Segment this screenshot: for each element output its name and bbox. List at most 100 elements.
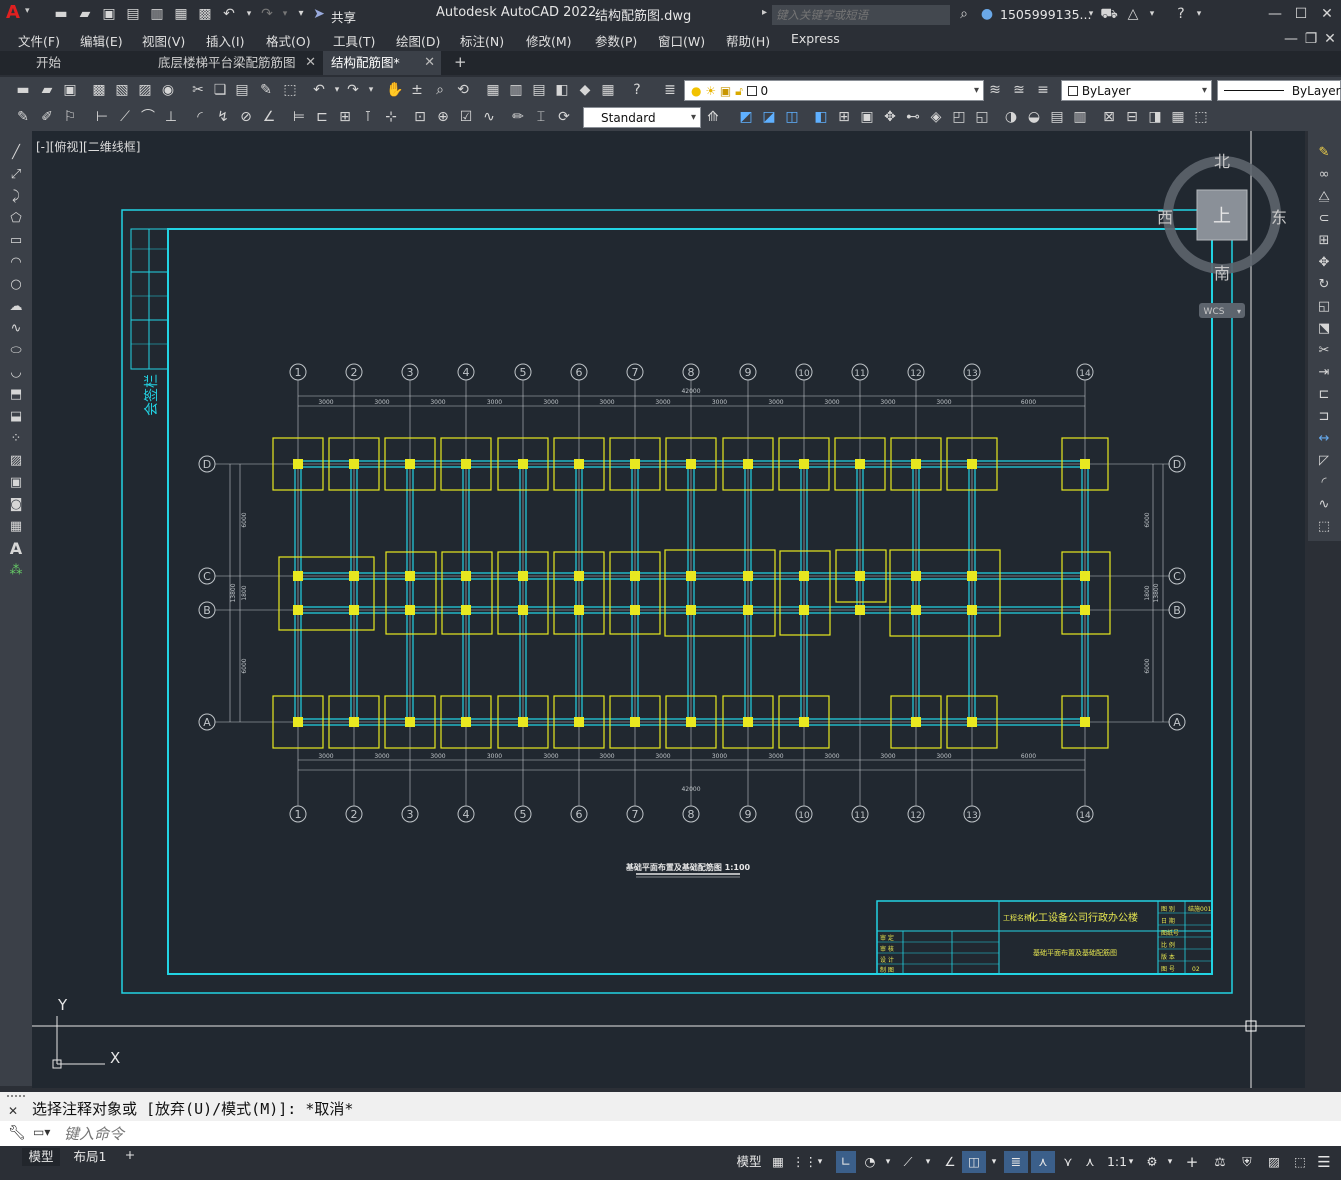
span-dimension: 3000 bbox=[824, 753, 839, 760]
object-snap-menu-icon[interactable]: ▾ bbox=[988, 1151, 1000, 1173]
dimensions: 42000 3000 3000 3000 3000 3000 3000 3000 3000 300… bbox=[229, 388, 1164, 793]
outer-frame bbox=[121, 209, 1233, 994]
grid-letter: C bbox=[1173, 570, 1181, 583]
tb-project-name: 化工设备公司行政办公楼 bbox=[1028, 911, 1138, 924]
column bbox=[686, 717, 696, 727]
grid-letter: D bbox=[203, 458, 211, 471]
column bbox=[630, 459, 640, 469]
sign-bar-label: 会签栏 bbox=[143, 374, 160, 416]
span-dimension: 3000 bbox=[487, 753, 502, 760]
column bbox=[967, 717, 977, 727]
grid-number: 6 bbox=[576, 366, 583, 379]
column bbox=[518, 717, 528, 727]
layout1-tab[interactable]: 布局1 bbox=[68, 1148, 112, 1166]
workspace-gear-icon[interactable]: ⚙ bbox=[1142, 1151, 1162, 1173]
customization-icon[interactable]: ☰ bbox=[1314, 1151, 1334, 1173]
snap-menu-icon[interactable]: ▾ bbox=[814, 1151, 826, 1173]
column bbox=[293, 605, 303, 615]
column bbox=[293, 717, 303, 727]
span-dimension: 6000 bbox=[1021, 753, 1036, 760]
column bbox=[799, 717, 809, 727]
grid-letter: B bbox=[1173, 604, 1181, 617]
ortho-icon[interactable]: ∟ bbox=[836, 1151, 856, 1173]
column bbox=[574, 571, 584, 581]
viewcube[interactable]: 上 北 南 西 东 WCS ▾ bbox=[1157, 152, 1287, 318]
command-history-text: 选择注释对象或 [放弃(U)/模式(M)]: *取消* bbox=[32, 1100, 354, 1118]
isodraft-menu-icon[interactable]: ▾ bbox=[922, 1151, 934, 1173]
column bbox=[461, 717, 471, 727]
span-dimension: 3000 bbox=[430, 399, 445, 406]
quick-properties-icon[interactable]: ⛨ bbox=[1235, 1151, 1259, 1173]
annotation-monitor-icon[interactable]: + bbox=[1182, 1151, 1202, 1173]
viewcube-west: 西 bbox=[1157, 208, 1173, 227]
column bbox=[1080, 717, 1090, 727]
column bbox=[686, 571, 696, 581]
command-recent-icon[interactable]: ▭▾ bbox=[33, 1125, 50, 1139]
wcs-arrow-icon: ▾ bbox=[1237, 307, 1241, 316]
grid-number: 12 bbox=[910, 369, 921, 379]
status-bar: 模型 布局1 + 模型 ▦ ⋮⋮ ▾ ∟ ◔ ▾ ⟋ ▾ ∠ ◫ ▾ ≣ ⋏ ⋎… bbox=[0, 1146, 1341, 1180]
span-dimension: 3000 bbox=[712, 753, 727, 760]
snap-icon[interactable]: ⋮⋮ bbox=[792, 1151, 817, 1173]
grid-number: 11 bbox=[854, 369, 865, 379]
column bbox=[686, 605, 696, 615]
column bbox=[1080, 605, 1090, 615]
column bbox=[743, 605, 753, 615]
add-layout-icon[interactable]: + bbox=[120, 1146, 140, 1164]
tb-drawing-name: 基础平面布置及基础配筋图 bbox=[1033, 948, 1117, 957]
grid-number: 13 bbox=[966, 811, 977, 821]
span-dimension: 3000 bbox=[599, 753, 614, 760]
annotation-scale-icon[interactable]: ⋏ bbox=[1080, 1151, 1100, 1173]
units-icon[interactable]: ⚖ bbox=[1208, 1151, 1232, 1173]
tb-row-right-1: 图 别 bbox=[1161, 905, 1175, 913]
command-close-icon[interactable]: ✕ bbox=[8, 1104, 18, 1118]
span-dimension: 3000 bbox=[318, 753, 333, 760]
drawing-frames: 会签栏 bbox=[32, 131, 1305, 1088]
wcs-label: WCS bbox=[1204, 307, 1225, 317]
workspace-menu-icon[interactable]: ▾ bbox=[1164, 1151, 1176, 1173]
isolate-objects-icon[interactable]: ▨ bbox=[1262, 1151, 1286, 1173]
column bbox=[911, 717, 921, 727]
column bbox=[911, 571, 921, 581]
tb-row-left-1: 审 定 bbox=[880, 934, 894, 942]
column bbox=[461, 605, 471, 615]
span-dimension: 3000 bbox=[936, 399, 951, 406]
model-tab[interactable]: 模型 bbox=[22, 1148, 60, 1166]
column bbox=[293, 459, 303, 469]
lineweight-icon[interactable]: ≣ bbox=[1004, 1151, 1028, 1173]
total-dimension: 42000 bbox=[681, 388, 700, 395]
column bbox=[1080, 571, 1090, 581]
column bbox=[743, 459, 753, 469]
column bbox=[967, 571, 977, 581]
span-dimension: 6000 bbox=[1021, 399, 1036, 406]
column bbox=[743, 571, 753, 581]
object-snap-tracking-icon[interactable]: ∠ bbox=[940, 1151, 960, 1173]
column bbox=[799, 605, 809, 615]
object-snap-icon[interactable]: ◫ bbox=[962, 1151, 986, 1173]
grid-icon[interactable]: ▦ bbox=[768, 1151, 788, 1173]
column bbox=[911, 459, 921, 469]
model-space-button[interactable]: 模型 bbox=[734, 1151, 764, 1173]
column bbox=[743, 717, 753, 727]
side-dimension: 6000 bbox=[1144, 658, 1151, 673]
auto-scale-icon[interactable]: ⋎ bbox=[1058, 1151, 1078, 1173]
annotation-visibility-icon[interactable]: ⋏ bbox=[1031, 1151, 1055, 1173]
isodraft-icon[interactable]: ⟋ bbox=[898, 1151, 918, 1173]
ucs-y-label: Y bbox=[57, 996, 68, 1014]
command-input[interactable] bbox=[64, 1123, 1334, 1144]
side-total-dimension: 13800 bbox=[1153, 583, 1160, 602]
polar-icon[interactable]: ◔ bbox=[860, 1151, 880, 1173]
column bbox=[799, 571, 809, 581]
column bbox=[799, 459, 809, 469]
polar-menu-icon[interactable]: ▾ bbox=[882, 1151, 894, 1173]
grid-number: 10 bbox=[798, 811, 810, 821]
command-settings-icon[interactable]: 🔧︎ bbox=[8, 1125, 26, 1141]
column bbox=[967, 459, 977, 469]
autocad-window: A ▾ ▬ ▰ ▣ ▤ ▥ ▦ ▩ ↶ ▾ ↷ ▾ ▾ ➤ 共享 Autodes… bbox=[0, 0, 1341, 1180]
command-grip-icon[interactable] bbox=[7, 1095, 25, 1099]
grid-letter: C bbox=[203, 570, 211, 583]
drawing-svg: 会签栏 42000 3000 3000 3000 3000 3000 3000 3000 300… bbox=[32, 131, 1305, 1088]
annotation-scale-menu-icon[interactable]: ▾ bbox=[1126, 1151, 1136, 1173]
clean-screen-icon[interactable]: ⬚ bbox=[1290, 1151, 1310, 1173]
span-dimension: 3000 bbox=[543, 399, 558, 406]
